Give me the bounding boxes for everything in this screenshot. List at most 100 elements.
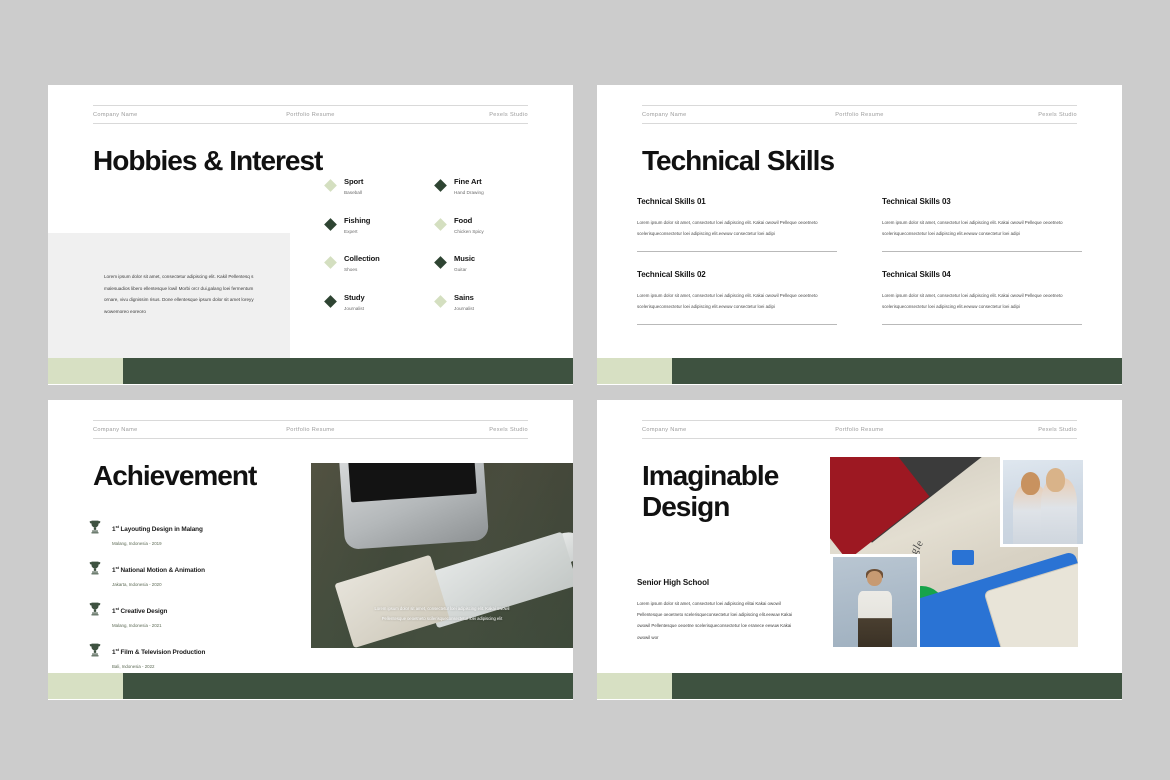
skills-grid: Technical Skills 01 Lorem ipsum dolor si…: [637, 197, 1082, 343]
skill-body: Lorem ipsum dolor sit amet, consectetur …: [882, 220, 1063, 237]
hobbies-grid: Sport Baseball Fine Art Hand Drawing Fis…: [324, 177, 546, 332]
hobby-item[interactable]: Collection Shoes: [324, 254, 436, 293]
photo-collage: Google: [830, 457, 1122, 650]
slide-header: Company Name Portfolio Resume Pexels Stu…: [93, 420, 528, 439]
slide-achievement[interactable]: Company Name Portfolio Resume Pexels Stu…: [48, 400, 573, 700]
achievement-location: Malang, Indonesia - 2021: [112, 623, 162, 628]
skill-card[interactable]: Technical Skills 01 Lorem ipsum dolor si…: [637, 197, 837, 253]
imac-shape: [339, 463, 490, 550]
trophy-icon: [89, 602, 101, 616]
skill-card[interactable]: Technical Skills 02 Lorem ipsum dolor si…: [637, 270, 837, 326]
model-body-shape: [858, 591, 892, 647]
header-pexels-studio: Pexels Studio: [489, 426, 528, 433]
hobby-item[interactable]: Sains Journalist: [434, 292, 546, 332]
diamond-marker-icon: [324, 256, 337, 269]
trophy-icon: [89, 561, 101, 575]
slide-header: Company Name Portfolio Resume Pexels Stu…: [642, 105, 1077, 124]
hobby-name: Music: [454, 254, 476, 263]
diamond-marker-icon: [324, 294, 337, 308]
skill-heading: Technical Skills 02: [637, 270, 706, 280]
achievement-item[interactable]: 1st National Motion & Animation Jakarta,…: [88, 559, 303, 587]
page-title: Technical Skills: [642, 145, 835, 176]
header-company-name: Company Name: [93, 426, 138, 433]
model-head-shape: [1020, 471, 1040, 496]
hobby-name: Sport: [344, 177, 364, 186]
education-block: Senior High School Lorem ipsum dolor sit…: [637, 578, 802, 643]
slide-footer-bar: [597, 673, 1122, 699]
photo-caption: Lorem ipsum dolor sit amet, consectetur …: [329, 604, 555, 624]
skill-card[interactable]: Technical Skills 04 Lorem ipsum dolor si…: [882, 270, 1082, 326]
education-heading: Senior High School: [637, 578, 709, 587]
achievement-item[interactable]: 1st Film & Television Production Bali, I…: [88, 641, 303, 669]
footer-bar-dark: [672, 673, 1122, 699]
footer-bar-light: [48, 358, 123, 384]
photo-caption-line-2: Pellentesque oeoetneto scilerisqueconsec…: [381, 615, 503, 621]
collage-photo-models: [1000, 457, 1086, 547]
diamond-marker-icon: [434, 217, 447, 231]
hobby-name: Sains: [454, 292, 474, 302]
hobby-item[interactable]: Study Journalist: [324, 293, 436, 332]
achievement-item[interactable]: 1st Creative Design Malang, Indonesia - …: [88, 600, 303, 628]
achievement-title: 1st Layouting Design in Malang: [112, 523, 203, 533]
blue-chip-shape: [951, 550, 974, 566]
diamond-marker-icon: [324, 217, 337, 231]
achievement-location: Bali, Indonesia - 2022: [112, 664, 155, 669]
footer-bar-dark: [123, 673, 573, 699]
hobby-item[interactable]: Food Chicken Spicy: [434, 216, 546, 255]
skill-body: Lorem ipsum dolor sit amet, consectetur …: [637, 220, 818, 237]
header-portfolio-resume: Portfolio Resume: [286, 426, 335, 433]
slide-technical-skills[interactable]: Company Name Portfolio Resume Pexels Stu…: [597, 85, 1122, 385]
slide-footer-bar: [48, 673, 573, 699]
achievement-item[interactable]: 1st Layouting Design in Malang Malang, I…: [88, 518, 303, 546]
achievement-photo: Lorem ipsum dolor sit amet, consectetur …: [311, 463, 573, 648]
hobby-sub: Chicken Spicy: [454, 228, 484, 234]
model-head-shape: [1046, 468, 1066, 492]
header-pexels-studio: Pexels Studio: [1038, 111, 1077, 118]
hobby-name: Fishing: [344, 215, 371, 225]
hobby-item[interactable]: Music Guitar: [434, 254, 546, 293]
diamond-marker-icon: [434, 256, 447, 269]
header-company-name: Company Name: [642, 111, 687, 118]
header-portfolio-resume: Portfolio Resume: [835, 111, 884, 118]
trophy-icon: [89, 520, 101, 534]
skill-card[interactable]: Technical Skills 03 Lorem ipsum dolor si…: [882, 197, 1082, 253]
hobby-sub: Expert: [344, 228, 358, 234]
achievement-title: 1st Creative Design: [112, 605, 168, 615]
collage-photo-fashion: [830, 554, 920, 650]
diamond-marker-icon: [434, 294, 447, 308]
header-company-name: Company Name: [642, 426, 687, 433]
hobby-item[interactable]: Fine Art Hand Drawing: [434, 177, 546, 216]
hobby-sub: Journalist: [454, 305, 475, 311]
slide-hobbies-interest[interactable]: Company Name Portfolio Resume Pexels Stu…: [48, 85, 573, 385]
slide-imaginable-design[interactable]: Company Name Portfolio Resume Pexels Stu…: [597, 400, 1122, 700]
achievement-title: 1st National Motion & Animation: [112, 564, 205, 574]
hobby-sub: Baseball: [344, 190, 362, 195]
footer-bar-light: [48, 673, 123, 699]
slide-footer-bar: [48, 358, 573, 384]
photo-caption-line-1: Lorem ipsum dolor sit amet, consectetur …: [374, 605, 510, 611]
footer-bar-light: [597, 673, 672, 699]
two-models-image: [1003, 460, 1083, 544]
hobby-sub: Shoes: [344, 267, 358, 272]
achievement-location: Malang, Indonesia - 2019: [112, 541, 162, 546]
page-title: Hobbies & Interest: [93, 145, 323, 176]
fashion-model-image: [833, 557, 917, 647]
slide-deck: Company Name Portfolio Resume Pexels Stu…: [0, 0, 1170, 780]
footer-bar-dark: [672, 358, 1122, 384]
hobby-name: Collection: [344, 254, 380, 263]
skill-body: Lorem ipsum dolor sit amet, consectetur …: [882, 293, 1063, 310]
slide-footer-bar: [597, 358, 1122, 384]
header-pexels-studio: Pexels Studio: [1038, 426, 1077, 433]
hobby-sub: Guitar: [454, 267, 467, 272]
hobby-item[interactable]: Fishing Expert: [324, 215, 436, 255]
slide-header: Company Name Portfolio Resume Pexels Stu…: [642, 420, 1077, 439]
skill-body: Lorem ipsum dolor sit amet, consectetur …: [637, 293, 818, 310]
hobby-sub: Journalist: [344, 305, 365, 311]
slide-header: Company Name Portfolio Resume Pexels Stu…: [93, 105, 528, 124]
intro-panel: Lorem ipsum dolor sit amet, consectetur …: [48, 233, 290, 358]
notebook-shape: [334, 555, 450, 648]
hobby-item[interactable]: Sport Baseball: [324, 177, 436, 216]
skill-heading: Technical Skills 04: [882, 270, 951, 280]
header-company-name: Company Name: [93, 111, 138, 118]
header-pexels-studio: Pexels Studio: [489, 111, 528, 118]
